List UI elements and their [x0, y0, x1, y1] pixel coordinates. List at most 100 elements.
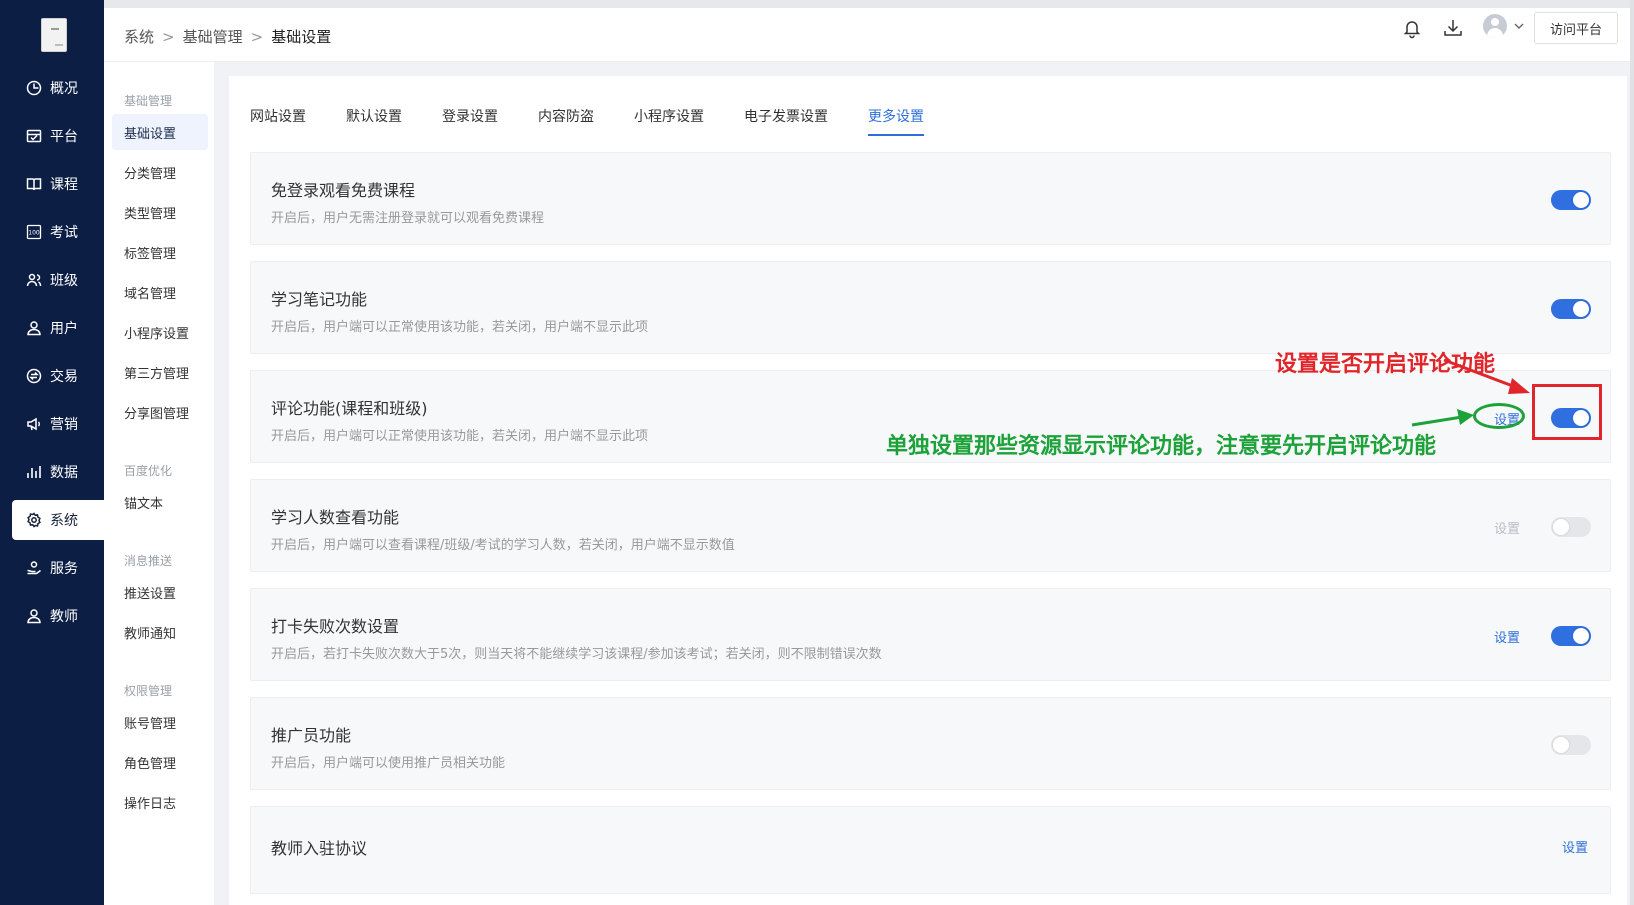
nav-item-trade[interactable]: 交易: [0, 356, 104, 396]
nav-item-course[interactable]: 课程: [0, 164, 104, 204]
submenu-item-domain[interactable]: 域名管理: [112, 274, 208, 310]
setting-description: 开启后，用户端可以查看课程/班级/考试的学习人数，若关闭，用户端不显示数值: [271, 538, 735, 553]
submenu-item-share-image[interactable]: 分享图管理: [112, 394, 208, 430]
setting-title: 教师入驻协议: [271, 839, 368, 858]
nav-item-label: 考试: [50, 225, 78, 241]
nav-item-platform[interactable]: 平台: [0, 116, 104, 156]
toggle-knob: [1573, 628, 1589, 644]
toggle-knob: [1573, 192, 1589, 208]
tab-default[interactable]: 默认设置: [346, 106, 402, 126]
breadcrumb-item[interactable]: 基础管理: [183, 26, 243, 47]
app-logo[interactable]: [41, 18, 67, 52]
annotation-green-ellipse: [1473, 403, 1525, 429]
chevron-down-icon: [1514, 23, 1524, 29]
setting-title: 免登录观看免费课程: [271, 181, 416, 200]
active-tab-indicator: [868, 134, 924, 136]
submenu-item-account[interactable]: 账号管理: [112, 704, 208, 740]
submenu-item-miniprogram[interactable]: 小程序设置: [112, 314, 208, 350]
book-icon: [26, 178, 42, 191]
group-icon: [26, 273, 42, 287]
nav-item-service[interactable]: 服务: [0, 548, 104, 588]
annotation-red-box: [1532, 384, 1602, 440]
tab-login[interactable]: 登录设置: [442, 106, 498, 126]
submenu-group-title: 百度优化: [124, 464, 173, 478]
user-menu[interactable]: [1483, 14, 1525, 38]
tab-miniprogram[interactable]: 小程序设置: [634, 106, 704, 126]
checkin-settings-link[interactable]: 设置: [1494, 627, 1520, 646]
setting-row-free-course: 免登录观看免费课程 开启后，用户无需注册登录就可以观看免费课程: [250, 152, 1611, 245]
submenu-group-title: 权限管理: [124, 684, 173, 698]
setting-title: 打卡失败次数设置: [271, 617, 400, 636]
submenu-item-push-settings[interactable]: 推送设置: [112, 574, 208, 610]
nav-item-label: 用户: [50, 321, 78, 337]
toggle-knob: [1573, 301, 1589, 317]
tab-anti-theft[interactable]: 内容防盗: [538, 106, 594, 126]
nav-item-class[interactable]: 班级: [0, 260, 104, 300]
submenu-item-role[interactable]: 角色管理: [112, 744, 208, 780]
window-edge: [1630, 0, 1634, 905]
nav-item-overview[interactable]: 概况: [0, 68, 104, 108]
exam-100-icon: 100: [26, 224, 42, 240]
promoter-toggle[interactable]: [1551, 735, 1591, 755]
submenu-item-third-party[interactable]: 第三方管理: [112, 354, 208, 390]
megaphone-icon: [27, 417, 41, 431]
bell-icon[interactable]: [1401, 17, 1423, 39]
nav-item-label: 服务: [50, 561, 78, 577]
learner-count-toggle[interactable]: [1551, 517, 1591, 537]
nav-item-user[interactable]: 用户: [0, 308, 104, 348]
annotation-red-text: 设置是否开启评论功能: [1275, 351, 1496, 377]
breadcrumb-separator: >: [162, 27, 175, 46]
learner-count-settings-link[interactable]: 设置: [1494, 518, 1520, 537]
setting-title: 学习笔记功能: [271, 290, 368, 309]
handshake-icon: [27, 561, 41, 575]
nav-item-label: 数据: [50, 465, 78, 481]
nav-item-system[interactable]: 系统: [12, 500, 104, 540]
tab-e-invoice[interactable]: 电子发票设置: [744, 106, 828, 126]
setting-row-checkin-failures: 打卡失败次数设置 开启后，若打卡失败次数大于5次，则当天将不能继续学习该课程/参…: [250, 588, 1611, 681]
breadcrumb: 系统 > 基础管理 > 基础设置: [124, 26, 331, 47]
main-nav: 概况 平台 课程 100 考试 班级 用户 交易 营销 数据 系统 服务 教师: [0, 0, 104, 905]
breadcrumb-separator: >: [250, 27, 264, 46]
nav-item-label: 概况: [50, 81, 78, 97]
setting-description: 开启后，用户端可以使用推广员相关功能: [271, 756, 506, 771]
submenu-item-category[interactable]: 分类管理: [112, 154, 208, 190]
teacher-icon: [27, 609, 41, 624]
nav-item-teacher[interactable]: 教师: [0, 596, 104, 636]
teacher-agreement-settings-link[interactable]: 设置: [1562, 837, 1588, 856]
visit-platform-button[interactable]: 访问平台: [1534, 12, 1618, 44]
setting-row-promoter: 推广员功能 开启后，用户端可以使用推广员相关功能: [250, 697, 1611, 790]
setting-title: 推广员功能: [271, 726, 352, 745]
nav-item-exam[interactable]: 100 考试: [0, 212, 104, 252]
gear-icon: [27, 512, 41, 528]
nav-item-label: 课程: [50, 177, 78, 193]
nav-item-label: 班级: [50, 273, 78, 289]
nav-item-marketing[interactable]: 营销: [0, 404, 104, 444]
checkin-failures-toggle[interactable]: [1551, 626, 1591, 646]
avatar: [1483, 14, 1507, 38]
submenu-item-operation-log[interactable]: 操作日志: [112, 784, 208, 820]
setting-title: 学习人数查看功能: [271, 508, 400, 527]
tab-website[interactable]: 网站设置: [250, 106, 306, 126]
submenu-item-basic-settings[interactable]: 基础设置: [112, 114, 208, 150]
nav-item-label: 平台: [50, 129, 78, 145]
nav-item-data[interactable]: 数据: [0, 452, 104, 492]
tab-more-settings[interactable]: 更多设置: [868, 106, 924, 126]
submenu-item-anchor-text[interactable]: 锚文本: [112, 484, 208, 520]
nav-item-label: 教师: [50, 609, 78, 625]
download-icon[interactable]: [1442, 17, 1464, 39]
nav-item-label: 交易: [50, 369, 78, 385]
submenu-group-title: 基础管理: [124, 94, 173, 108]
free-course-toggle[interactable]: [1551, 190, 1591, 210]
submenu-item-teacher-notice[interactable]: 教师通知: [112, 614, 208, 650]
pie-chart-icon: [26, 80, 42, 96]
nav-item-label: 营销: [50, 417, 78, 433]
breadcrumb-item[interactable]: 系统: [124, 26, 154, 47]
submenu-item-type[interactable]: 类型管理: [112, 194, 208, 230]
storefront-icon: [26, 129, 42, 143]
submenu-item-tag[interactable]: 标签管理: [112, 234, 208, 270]
setting-row-learner-count: 学习人数查看功能 开启后，用户端可以查看课程/班级/考试的学习人数，若关闭，用户…: [250, 479, 1611, 572]
setting-row-teacher-agreement: 教师入驻协议 设置: [250, 806, 1611, 894]
bar-chart-icon: [27, 466, 41, 478]
exchange-icon: [26, 368, 42, 384]
notes-toggle[interactable]: [1551, 299, 1591, 319]
